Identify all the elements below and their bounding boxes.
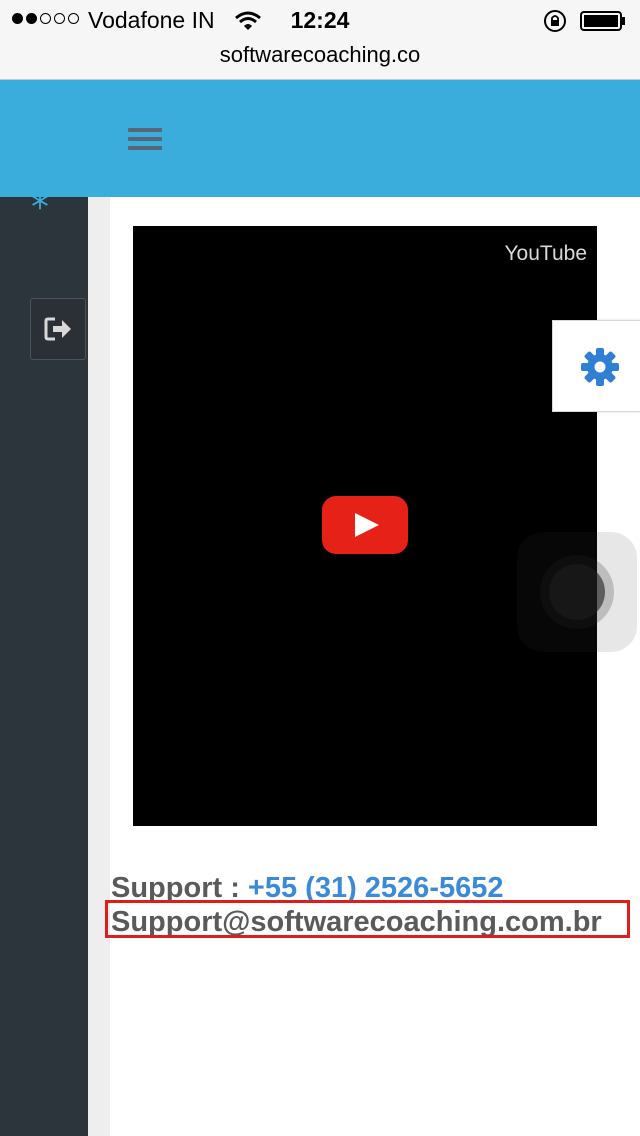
logout-icon bbox=[44, 317, 71, 341]
rotation-lock-icon bbox=[544, 10, 566, 32]
gear-icon bbox=[581, 348, 619, 386]
logout-button[interactable] bbox=[30, 298, 86, 360]
battery-icon bbox=[580, 11, 625, 31]
youtube-video-player[interactable]: YouTube bbox=[133, 226, 597, 826]
status-bar: Vodafone IN 12:24 bbox=[0, 0, 640, 40]
settings-button[interactable] bbox=[552, 320, 640, 412]
content-gutter bbox=[88, 197, 110, 1136]
snowflake-icon[interactable] bbox=[22, 197, 58, 219]
assistive-touch-button[interactable] bbox=[517, 532, 637, 652]
url-domain[interactable]: softwarecoaching.co bbox=[220, 42, 421, 67]
email-highlight-box bbox=[105, 900, 630, 938]
url-bar[interactable]: softwarecoaching.co bbox=[0, 40, 640, 80]
hamburger-menu-icon[interactable] bbox=[128, 128, 162, 152]
play-icon[interactable] bbox=[322, 496, 408, 554]
youtube-label[interactable]: YouTube bbox=[504, 242, 587, 266]
app-header bbox=[0, 80, 640, 197]
